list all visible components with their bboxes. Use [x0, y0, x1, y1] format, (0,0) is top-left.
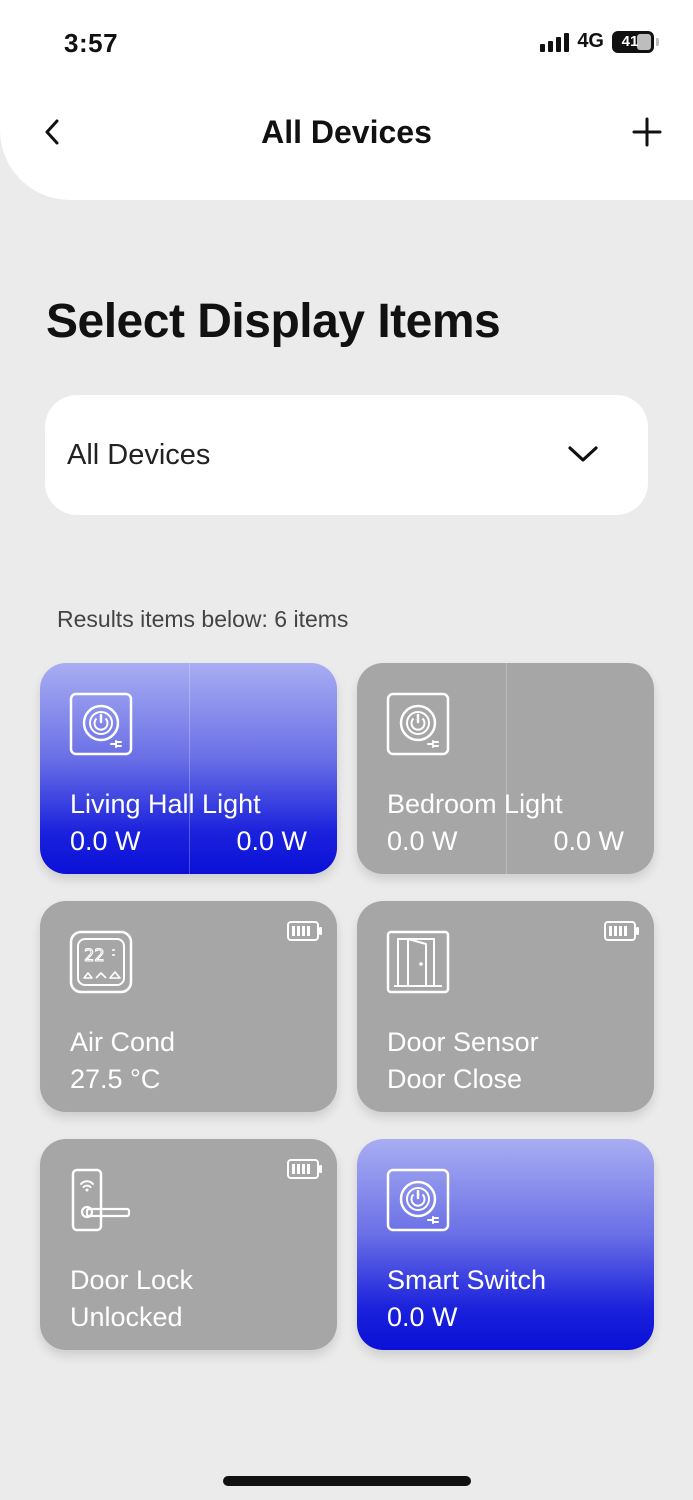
network-type: 4G: [577, 30, 604, 52]
chevron-down-icon: [568, 446, 598, 462]
device-name: Smart Switch: [387, 1265, 547, 1295]
battery-icon: 41: [612, 30, 654, 53]
device-value: 27.5 °C: [70, 1064, 161, 1094]
device-card-smart-switch[interactable]: Smart Switch 0.0 W: [357, 1139, 654, 1350]
power-plug-icon: [69, 692, 133, 756]
battery-icon: [287, 1159, 322, 1179]
battery-icon: [287, 921, 322, 941]
signal-icon: [540, 32, 570, 52]
plus-icon: [632, 117, 662, 147]
thermostat-display: 22: [84, 946, 104, 966]
device-value-secondary: 0.0 W: [236, 826, 307, 856]
door-lock-icon: [71, 1168, 131, 1232]
door-icon: [386, 930, 450, 994]
status-indicators: 4G 41: [540, 30, 659, 53]
device-card-door-lock[interactable]: Door Lock Unlocked: [40, 1139, 337, 1350]
device-name: Door Lock: [70, 1265, 194, 1295]
home-indicator[interactable]: [223, 1476, 471, 1486]
device-name: Air Cond: [70, 1027, 176, 1057]
power-plug-icon: [386, 692, 450, 756]
battery-level: 41: [621, 33, 639, 50]
page-title: All Devices: [261, 114, 432, 150]
power-plug-icon: [386, 1168, 450, 1232]
device-value: 0.0 W: [70, 826, 141, 856]
device-value: Door Close: [387, 1064, 523, 1094]
add-device-button[interactable]: [627, 112, 667, 152]
device-value: Unlocked: [70, 1302, 183, 1332]
dropdown-selected-value: All Devices: [67, 439, 211, 471]
results-count: Results items below: 6 items: [57, 606, 349, 632]
section-title: Select Display Items: [46, 295, 501, 348]
device-name: Living Hall Light: [70, 789, 261, 819]
device-card-air-cond[interactable]: 22 Air Cond 27.5 °C: [40, 901, 337, 1112]
status-bar: 3:57 4G 41: [0, 0, 693, 90]
device-value: 0.0 W: [387, 1302, 458, 1332]
card-divider: [189, 663, 190, 874]
device-card-bedroom-light[interactable]: Bedroom Light 0.0 W 0.0 W: [357, 663, 654, 874]
device-name: Door Sensor: [387, 1027, 539, 1057]
battery-icon: [604, 921, 639, 941]
device-name: Bedroom Light: [387, 789, 563, 819]
device-value-secondary: 0.0 W: [553, 826, 624, 856]
device-card-living-hall-light[interactable]: Living Hall Light 0.0 W 0.0 W: [40, 663, 337, 874]
device-value: 0.0 W: [387, 826, 458, 856]
thermostat-icon: 22: [69, 930, 133, 994]
app-header: All Devices: [0, 88, 693, 200]
status-time: 3:57: [64, 28, 119, 58]
device-card-door-sensor[interactable]: Door Sensor Door Close: [357, 901, 654, 1112]
device-filter-dropdown[interactable]: All Devices: [45, 395, 648, 515]
card-divider: [506, 663, 507, 874]
